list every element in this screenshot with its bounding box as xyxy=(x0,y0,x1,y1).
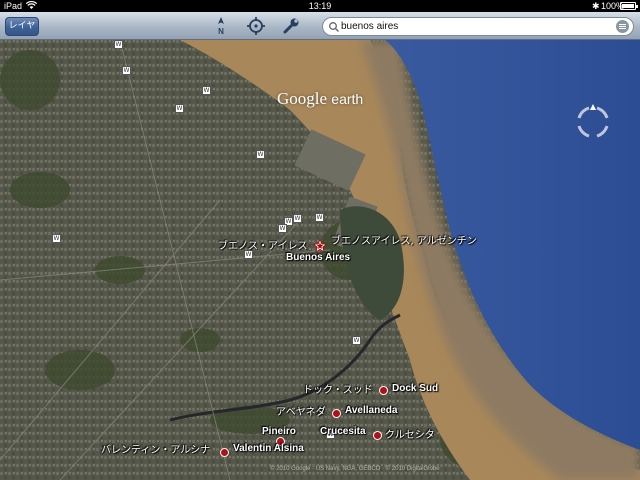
place-label-avellaneda: Avellaneda xyxy=(345,405,398,416)
place-label-valentin-alsina: Valentin Alsina xyxy=(233,443,304,454)
battery-level xyxy=(622,4,634,8)
search-result-star-icon[interactable] xyxy=(313,239,327,253)
compass-icon xyxy=(577,106,609,138)
place-label-buenos-aires-argentina-jp: ブエノスアイレス, アルゼンチン xyxy=(331,236,477,247)
place-label-avellaneda-jp: アベヤネダ xyxy=(276,407,326,418)
wikipedia-marker-icon[interactable]: W xyxy=(122,66,131,75)
compass-control[interactable] xyxy=(571,100,615,144)
search-icon xyxy=(329,22,339,32)
wikipedia-marker-icon[interactable]: W xyxy=(278,224,287,233)
wikipedia-marker-icon[interactable]: W xyxy=(256,150,265,159)
place-marker-dock-sud[interactable] xyxy=(379,386,388,395)
place-label-dock-sud: Dock Sud xyxy=(392,383,439,394)
search-input[interactable] xyxy=(341,19,611,34)
status-bar: iPad 13:19 ✱ 100% xyxy=(0,0,640,12)
place-label-crucesita-jp: クルセシタ xyxy=(385,430,435,441)
place-marker-crucesita[interactable] xyxy=(373,431,382,440)
place-label-buenos-aires: Buenos Aires xyxy=(286,252,351,263)
place-label-crucesita: Crucesita xyxy=(320,426,366,437)
bluetooth-icon: ✱ xyxy=(592,1,600,11)
crosshair-icon xyxy=(247,17,265,35)
search-field[interactable] xyxy=(322,17,634,36)
google-earth-logo: Google earth xyxy=(277,89,364,108)
wikipedia-marker-icon[interactable]: W xyxy=(202,86,211,95)
wikipedia-marker-icon[interactable]: W xyxy=(315,213,324,222)
place-label-dock-sud-jp: ドック・スッド xyxy=(303,385,373,396)
wikipedia-marker-icon[interactable]: W xyxy=(175,104,184,113)
wrench-icon xyxy=(283,18,299,34)
imagery-copyright: © 2010 Google · US Navy, NGA, GEBCO · © … xyxy=(270,466,440,472)
wikipedia-marker-icon[interactable]: W xyxy=(114,40,123,49)
place-label-valentin-alsina-jp: バレンティン・アルシナ xyxy=(101,445,211,456)
layers-button[interactable]: レイヤ xyxy=(5,17,39,36)
clock: 13:19 xyxy=(308,1,332,11)
north-up-button[interactable]: N xyxy=(210,15,232,37)
place-label-pineiro: Pineiro xyxy=(262,426,296,437)
place-label-buenos-aires-jp: ブエノス・アイレス xyxy=(218,241,308,252)
search-results-list-icon[interactable] xyxy=(616,20,629,33)
battery-icon xyxy=(620,2,638,10)
wikipedia-marker-icon[interactable]: W xyxy=(293,214,302,223)
settings-button[interactable] xyxy=(280,15,302,37)
north-label: N xyxy=(218,27,224,36)
north-arrow-icon xyxy=(218,17,224,24)
map-view[interactable]: Google earth W W W W W W W W W W W W W ブ… xyxy=(0,40,640,480)
place-marker-avellaneda[interactable] xyxy=(332,409,341,418)
place-marker-valentin-alsina[interactable] xyxy=(220,448,229,457)
wikipedia-marker-icon[interactable]: W xyxy=(352,336,361,345)
wikipedia-marker-icon[interactable]: W xyxy=(52,234,61,243)
my-location-button[interactable] xyxy=(245,15,267,37)
toolbar: レイヤ N xyxy=(0,12,640,40)
